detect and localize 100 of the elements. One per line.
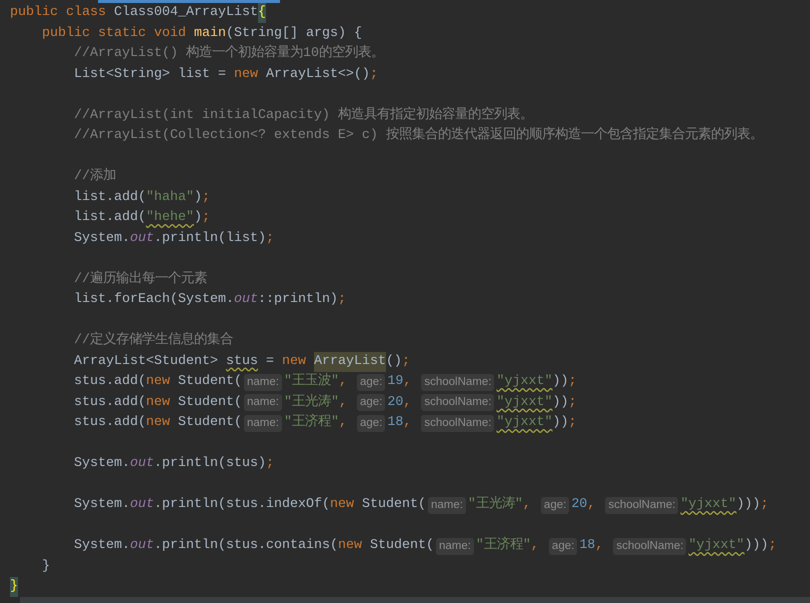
parameter-hint: name: bbox=[436, 538, 474, 555]
code-keyword: , bbox=[403, 373, 412, 392]
field-name: out bbox=[130, 230, 154, 248]
code-text: Student( bbox=[178, 373, 242, 392]
code-text: } bbox=[40, 558, 50, 576]
code-text: List<String> list = bbox=[72, 66, 227, 84]
string-literal: "haha" bbox=[146, 188, 194, 207]
code-keyword: ; bbox=[760, 496, 768, 514]
string-literal: "yjxxt" bbox=[496, 373, 552, 392]
parameter-hint: age: bbox=[356, 414, 386, 432]
method-name: main bbox=[194, 24, 226, 43]
code-text: ))) bbox=[736, 496, 760, 514]
code-keyword: public static void bbox=[40, 24, 187, 43]
code-keyword: ; bbox=[202, 188, 210, 207]
code-text: Student( bbox=[178, 394, 242, 412]
field-name: out bbox=[234, 291, 258, 310]
code-keyword: , bbox=[338, 414, 348, 432]
string-literal: "王济程" bbox=[284, 413, 339, 432]
code-comment: //添加 bbox=[72, 167, 116, 186]
code-keyword: new bbox=[146, 394, 171, 412]
code-keyword: , bbox=[338, 394, 348, 412]
code-text: () bbox=[386, 352, 402, 371]
code-text: ))) bbox=[744, 537, 768, 556]
code-comment: //ArrayList(int initialCapacity) 构造具有指定初始容量的空列表。 bbox=[72, 106, 533, 125]
code-text: System. bbox=[72, 537, 130, 556]
code-text: = bbox=[264, 352, 275, 371]
string-literal: "yjxxt" bbox=[496, 414, 552, 432]
code-keyword: ; bbox=[568, 414, 576, 432]
code-text: (String[] args) { bbox=[226, 24, 362, 43]
code-text: Class004_ArrayList bbox=[114, 4, 258, 22]
code-keyword: , bbox=[338, 373, 348, 392]
code-keyword: , bbox=[587, 496, 596, 514]
number-literal: 18 bbox=[579, 537, 596, 556]
code-text: Student( bbox=[362, 496, 426, 514]
code-keyword: new bbox=[330, 496, 355, 514]
code-text: list.forEach(System. bbox=[72, 291, 234, 310]
code-keyword: ; bbox=[266, 230, 274, 248]
number-literal: 20 bbox=[571, 496, 588, 514]
code-keyword: , bbox=[403, 394, 412, 412]
code-comment: //ArrayList() 构造一个初始容量为10的空列表。 bbox=[72, 44, 384, 64]
code-text: ArrayList bbox=[314, 352, 386, 372]
string-literal: "hehe" bbox=[146, 209, 194, 228]
parameter-hint: age: bbox=[548, 538, 578, 555]
code-keyword: new bbox=[282, 352, 307, 371]
code-text: Student( bbox=[178, 414, 242, 432]
code-keyword: , bbox=[595, 537, 604, 556]
code-text: list.add( bbox=[72, 209, 146, 228]
code-comment: //定义存储学生信息的集合 bbox=[72, 331, 233, 350]
matched-brace: } bbox=[10, 577, 18, 598]
field-name: out bbox=[130, 537, 154, 556]
number-literal: 19 bbox=[387, 373, 404, 392]
code-text: System. bbox=[72, 496, 130, 514]
string-literal: "yjxxt" bbox=[688, 537, 744, 556]
code-text: Student( bbox=[370, 537, 434, 556]
code-text: ) bbox=[194, 209, 202, 228]
code-keyword: ; bbox=[568, 373, 576, 392]
parameter-hint: name: bbox=[244, 374, 282, 391]
parameter-hint: schoolName: bbox=[613, 538, 686, 555]
parameter-hint: name: bbox=[428, 496, 466, 514]
code-keyword: ; bbox=[370, 66, 378, 84]
code-keyword: ; bbox=[768, 537, 776, 556]
code-keyword: ; bbox=[338, 291, 346, 310]
code-keyword: , bbox=[403, 414, 412, 432]
code-keyword: public class bbox=[10, 4, 107, 22]
string-literal: "yjxxt" bbox=[680, 496, 736, 514]
code-keyword: , bbox=[530, 537, 540, 556]
code-keyword: new bbox=[146, 373, 171, 392]
code-text: .println(stus.indexOf( bbox=[154, 496, 330, 514]
code-text: .println(stus) bbox=[154, 455, 266, 474]
code-text: .println(stus.contains( bbox=[154, 537, 338, 556]
code-keyword: ; bbox=[202, 209, 210, 228]
code-text: stus bbox=[226, 352, 258, 371]
code-text: )) bbox=[552, 394, 568, 412]
code-text: ArrayList<Student> bbox=[72, 352, 219, 371]
code-text: ) bbox=[194, 188, 202, 207]
code-keyword: new bbox=[234, 66, 259, 84]
code-keyword: new bbox=[146, 414, 171, 432]
field-name: out bbox=[130, 455, 154, 474]
code-comment: //ArrayList(Collection<? extends E> c) 按照集合的迭代器返回的顺序构造一个包含指定集合元素的列表。 bbox=[72, 126, 763, 146]
parameter-hint: name: bbox=[244, 414, 282, 432]
code-keyword: ; bbox=[568, 394, 576, 412]
code-text: ArrayList<>() bbox=[266, 66, 370, 84]
code-text: )) bbox=[552, 414, 568, 432]
parameter-hint: age: bbox=[356, 394, 386, 412]
code-text: list.add( bbox=[72, 188, 146, 207]
string-literal: "王光涛" bbox=[468, 495, 523, 514]
parameter-hint: name: bbox=[244, 394, 282, 412]
code-keyword: ; bbox=[402, 352, 410, 371]
code-keyword: ; bbox=[266, 455, 274, 474]
code-text: stus.add( bbox=[72, 414, 146, 432]
string-literal: "王济程" bbox=[476, 536, 531, 556]
code-text: .println(list) bbox=[154, 230, 266, 248]
code-text: stus.add( bbox=[72, 373, 146, 392]
code-text: ::println) bbox=[258, 291, 338, 310]
code-keyword: , bbox=[522, 496, 532, 514]
parameter-hint: schoolName: bbox=[605, 496, 678, 514]
code-text: )) bbox=[552, 373, 568, 392]
string-literal: "王光涛" bbox=[284, 393, 339, 412]
code-text: System. bbox=[72, 230, 130, 248]
parameter-hint: age: bbox=[356, 374, 386, 391]
